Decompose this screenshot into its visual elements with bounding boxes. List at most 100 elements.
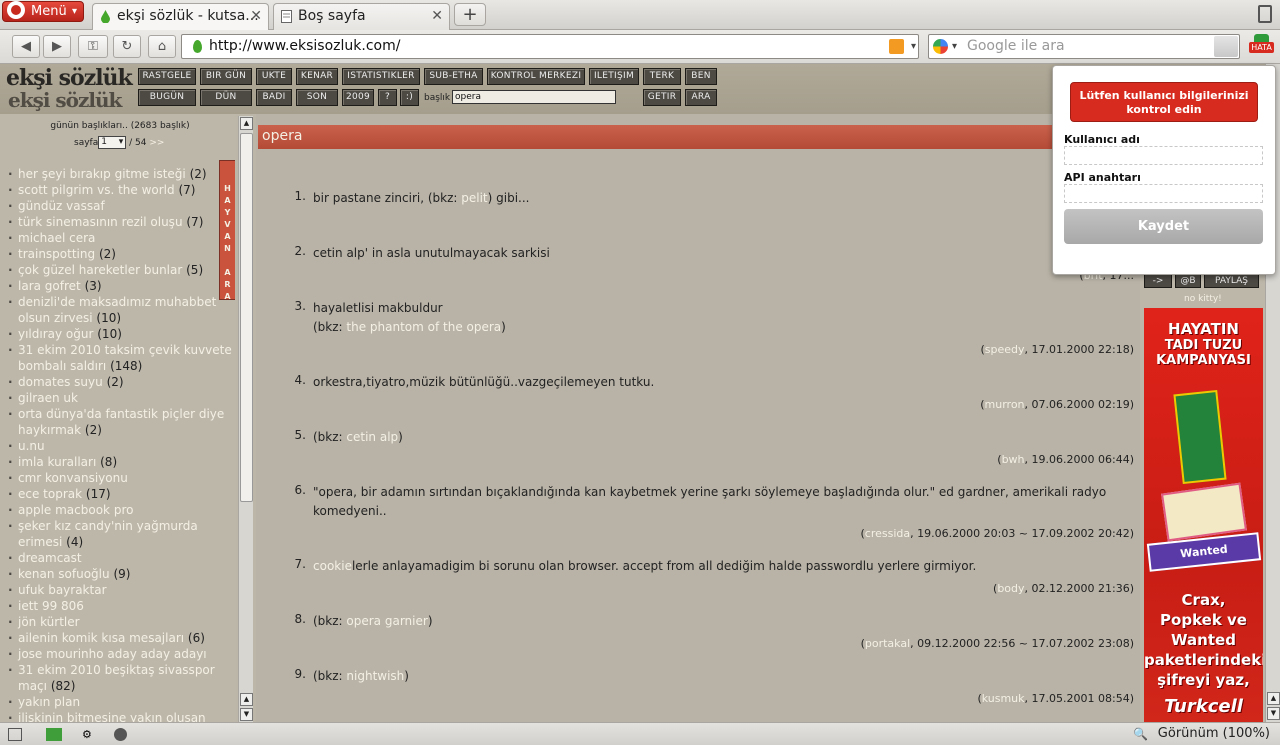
topic-title[interactable]: iett 99 806 <box>18 599 84 613</box>
entry-link[interactable]: cetin alp <box>346 430 398 444</box>
nav-badi[interactable]: BADI <box>256 89 292 106</box>
topic-item[interactable]: orta dünya'da fantastik piçler diye hayk… <box>8 406 233 438</box>
entry-author[interactable]: bwh <box>1002 453 1025 466</box>
topic-item[interactable]: imla kuralları (8) <box>8 454 233 470</box>
hayvan-ara-tab[interactable]: HAYVAN ARA <box>219 160 235 301</box>
arrow-button[interactable]: -> <box>1144 274 1172 288</box>
nav-ara[interactable]: ARA <box>685 89 717 106</box>
nav-istatistikler[interactable]: ISTATISTIKLER <box>342 68 420 85</box>
topic-title[interactable]: yakın plan <box>18 695 80 709</box>
google-icon[interactable] <box>933 39 948 54</box>
topic-item[interactable]: cmr konvansiyonu <box>8 470 233 486</box>
topic-title[interactable]: orta dünya'da fantastik piçler diye hayk… <box>18 407 224 437</box>
topic-title[interactable]: ailenin komik kısa mesajları <box>18 631 184 645</box>
nav-ben[interactable]: BEN <box>685 68 717 85</box>
topic-item[interactable]: şeker kız candy'nin yağmurda erimesi (4) <box>8 518 233 550</box>
nav-2009[interactable]: 2009 <box>342 89 374 106</box>
next-page-link[interactable]: >> <box>149 138 164 148</box>
nav-son[interactable]: SON <box>296 89 338 106</box>
topic-title[interactable]: gilraen uk <box>18 391 78 405</box>
topic-title[interactable]: apple macbook pro <box>18 503 133 517</box>
topic-item[interactable]: çok güzel hareketler bunlar (5) <box>8 262 233 278</box>
nav-help[interactable]: ? <box>378 89 397 106</box>
topic-item[interactable]: kenan sofuoğlu (9) <box>8 566 233 582</box>
extension-error-button[interactable]: HATA <box>1246 33 1276 61</box>
entry-link[interactable]: pelit <box>461 191 487 205</box>
topic-title[interactable]: kenan sofuoğlu <box>18 567 110 581</box>
topic-item[interactable]: jose mourinho aday aday adayı <box>8 646 233 662</box>
topic-item[interactable]: domates suyu (2) <box>8 374 233 390</box>
site-logo[interactable]: ekşi sözlük ekşi sözlük <box>6 67 134 111</box>
entry-link[interactable]: cookie <box>313 559 352 573</box>
topic-title[interactable]: u.nu <box>18 439 45 453</box>
topic-item[interactable]: yıldıray oğur (10) <box>8 326 233 342</box>
topic-title[interactable]: yıldıray oğur <box>18 327 93 341</box>
topic-item[interactable]: dreamcast <box>8 550 233 566</box>
nav-terk[interactable]: TERK <box>643 68 681 85</box>
entry-link[interactable]: the phantom of the opera <box>346 320 501 334</box>
topic-item[interactable]: trainspotting (2) <box>8 246 233 262</box>
nav-bir-gun[interactable]: BIR GÜN <box>200 68 252 85</box>
reload-button[interactable]: ↻ <box>113 35 141 58</box>
topic-title[interactable]: imla kuralları <box>18 455 96 469</box>
scroll-down-arrow[interactable]: ▼ <box>240 708 253 721</box>
topic-title[interactable]: 31 ekim 2010 beşiktaş sivasspor maçı <box>18 663 215 693</box>
nav-smiley[interactable]: :) <box>400 89 419 106</box>
chevron-down-icon[interactable]: ▾ <box>911 35 916 58</box>
nav-ukte[interactable]: UKTE <box>256 68 292 85</box>
home-button[interactable]: ⌂ <box>148 35 176 58</box>
entry-author[interactable]: kusmuk <box>982 692 1025 705</box>
save-button[interactable]: Kaydet <box>1064 209 1263 244</box>
apikey-field[interactable] <box>1064 184 1263 203</box>
entry-author[interactable]: body <box>997 582 1024 595</box>
topic-title[interactable]: ilişkinin bitmesine yakın oluşan <box>18 711 206 722</box>
topic-title[interactable]: domates suyu <box>18 375 103 389</box>
topic-title[interactable]: çok güzel hareketler bunlar <box>18 263 182 277</box>
topic-title[interactable]: gündüz vassaf <box>18 199 105 213</box>
topic-item[interactable]: yakın plan <box>8 694 233 710</box>
chevron-down-icon[interactable]: ▾ <box>952 35 957 58</box>
topic-item[interactable]: 31 ekim 2010 taksim çevik kuvvete bombal… <box>8 342 233 374</box>
topic-title[interactable]: trainspotting <box>18 247 95 261</box>
key-button[interactable]: ⚿ <box>78 35 108 58</box>
topic-title[interactable]: cmr konvansiyonu <box>18 471 128 485</box>
scroll-up-arrow[interactable]: ▲ <box>240 693 253 706</box>
topic-item[interactable]: apple macbook pro <box>8 502 233 518</box>
topic-title[interactable]: ece toprak <box>18 487 82 501</box>
topic-title[interactable]: jön kürtler <box>18 615 80 629</box>
scroll-up-arrow[interactable]: ▲ <box>1267 692 1280 705</box>
baslik-input[interactable]: opera <box>452 90 616 104</box>
topic-item[interactable]: ilişkinin bitmesine yakın oluşan <box>8 710 233 722</box>
nav-sub-etha[interactable]: SUB-ETHA <box>424 68 483 85</box>
nav-getir[interactable]: GETIR <box>643 89 681 106</box>
close-icon[interactable]: ✕ <box>431 4 443 28</box>
topic-item[interactable]: scott pilgrim vs. the world (7) <box>8 182 233 198</box>
topic-item[interactable]: jön kürtler <box>8 614 233 630</box>
close-icon[interactable]: ✕ <box>250 4 262 28</box>
topic-title[interactable]: türk sinemasının rezil oluşu <box>18 215 183 229</box>
scroll-up-arrow[interactable]: ▲ <box>240 117 253 130</box>
topic-title[interactable]: ufuk bayraktar <box>18 583 107 597</box>
topic-title[interactable]: lara gofret <box>18 279 81 293</box>
nav-rastgele[interactable]: RASTGELE <box>138 68 196 85</box>
topic-item[interactable]: her şeyi bırakıp gitme isteği (2) <box>8 166 233 182</box>
new-tab-button[interactable]: + <box>454 3 486 26</box>
turbo-icon[interactable]: ⚙ <box>82 728 96 741</box>
tab-bos-sayfa[interactable]: Boş sayfa ✕ <box>273 3 450 30</box>
topic-item[interactable]: 31 ekim 2010 beşiktaş sivasspor maçı (82… <box>8 662 233 694</box>
address-bar[interactable]: http://www.eksisozluk.com/ ▾ <box>181 34 919 59</box>
entry-link[interactable]: nightwish <box>346 669 404 683</box>
share-button[interactable]: PAYLAŞ <box>1204 274 1259 288</box>
topic-item[interactable]: lara gofret (3) <box>8 278 233 294</box>
entry-author[interactable]: cressida <box>865 527 910 540</box>
scroll-down-arrow[interactable]: ▼ <box>1267 707 1280 720</box>
nav-kenar[interactable]: KENAR <box>296 68 338 85</box>
topic-title[interactable]: şeker kız candy'nin yağmurda erimesi <box>18 519 198 549</box>
topic-item[interactable]: gündüz vassaf <box>8 198 233 214</box>
page-select[interactable]: 1 <box>98 136 127 149</box>
menu-button[interactable]: Menü ▾ <box>2 1 84 22</box>
forward-button[interactable]: ▶ <box>43 35 71 58</box>
speed-dial-icon[interactable] <box>46 728 62 741</box>
topic-item[interactable]: iett 99 806 <box>8 598 233 614</box>
rss-icon[interactable] <box>889 39 904 54</box>
